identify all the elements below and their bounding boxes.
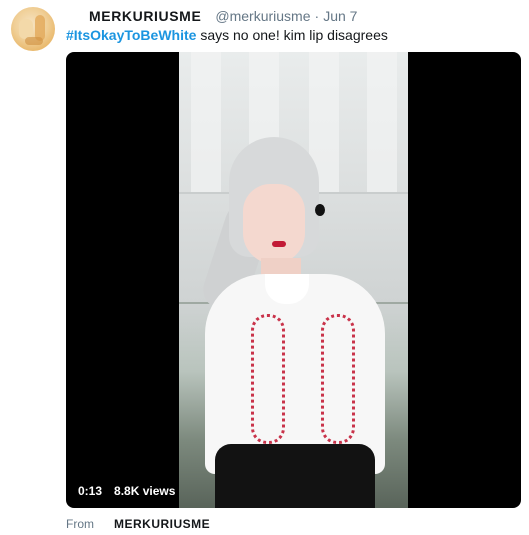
- background-pillar: [367, 52, 397, 192]
- video-face: [243, 184, 305, 264]
- video-frame: [179, 52, 408, 508]
- avatar[interactable]: [11, 7, 55, 51]
- user-handle[interactable]: @merkuriusme: [215, 8, 310, 24]
- video-views: 8.8K views: [114, 484, 176, 498]
- background-pillar: [191, 52, 221, 192]
- video-earring: [315, 204, 325, 216]
- from-source-link[interactable]: MERKURIUSME: [114, 517, 210, 531]
- video-pants: [215, 444, 375, 508]
- hashtag-link[interactable]: #ItsOkayToBeWhite: [66, 27, 196, 43]
- tweet-meta: @merkuriusme · Jun 7: [215, 8, 357, 24]
- video-info-overlay: 0:13 8.8K views: [78, 484, 175, 498]
- video-lips: [272, 241, 286, 247]
- tweet-text: #ItsOkayToBeWhite says no one! kim lip d…: [66, 27, 388, 43]
- video-time: 0:13: [78, 484, 103, 498]
- video-player[interactable]: 0:13 8.8K views: [66, 52, 521, 508]
- avatar-shape: [19, 19, 33, 39]
- from-label: From: [66, 517, 94, 531]
- avatar-shape: [25, 37, 43, 45]
- display-name[interactable]: MERKURIUSME: [89, 8, 201, 24]
- meta-separator: ·: [314, 8, 320, 24]
- tweet-body-text: says no one! kim lip disagrees: [196, 27, 388, 43]
- tweet-footer: From MERKURIUSME: [66, 517, 210, 531]
- tweet-header: MERKURIUSME @merkuriusme · Jun 7: [89, 8, 357, 28]
- tweet-card: MERKURIUSME @merkuriusme · Jun 7 #ItsOkayT…: [0, 0, 529, 535]
- video-embroidery: [321, 314, 355, 444]
- video-embroidery: [251, 314, 285, 444]
- tweet-date[interactable]: Jun 7: [323, 8, 357, 24]
